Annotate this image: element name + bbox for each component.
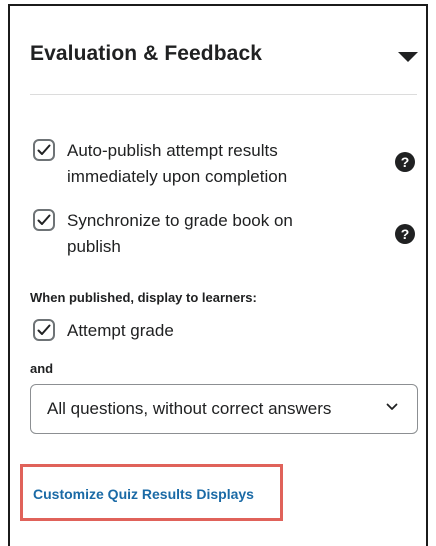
- results-display-select[interactable]: All questions, without correct answers: [30, 384, 418, 434]
- question-circle-icon[interactable]: ?: [395, 224, 415, 244]
- checkmark-icon: [37, 214, 51, 225]
- display-to-learners-heading: When published, display to learners:: [30, 290, 257, 305]
- sync-gradebook-checkbox[interactable]: [33, 209, 55, 231]
- divider: [30, 94, 417, 95]
- attempt-grade-checkbox[interactable]: [33, 319, 55, 341]
- evaluation-feedback-panel: Evaluation & Feedback Auto-publish attem…: [8, 4, 428, 546]
- checkmark-icon: [37, 144, 51, 155]
- sync-gradebook-label: Synchronize to grade book on publish: [67, 211, 293, 256]
- section-title: Evaluation & Feedback: [30, 42, 263, 65]
- chevron-down-icon: [386, 403, 398, 410]
- auto-publish-checkbox[interactable]: [33, 139, 55, 161]
- checkmark-icon: [37, 324, 51, 335]
- caret-down-icon[interactable]: [398, 52, 418, 62]
- question-circle-icon[interactable]: ?: [395, 152, 415, 172]
- and-label: and: [30, 361, 54, 376]
- attempt-grade-label: Attempt grade: [67, 321, 174, 340]
- link-highlight-box: Customize Quiz Results Displays: [20, 464, 283, 521]
- select-value: All questions, without correct answers: [47, 399, 332, 418]
- auto-publish-label: Auto-publish attempt results immediately…: [67, 141, 288, 186]
- customize-quiz-results-link[interactable]: Customize Quiz Results Displays: [33, 486, 254, 502]
